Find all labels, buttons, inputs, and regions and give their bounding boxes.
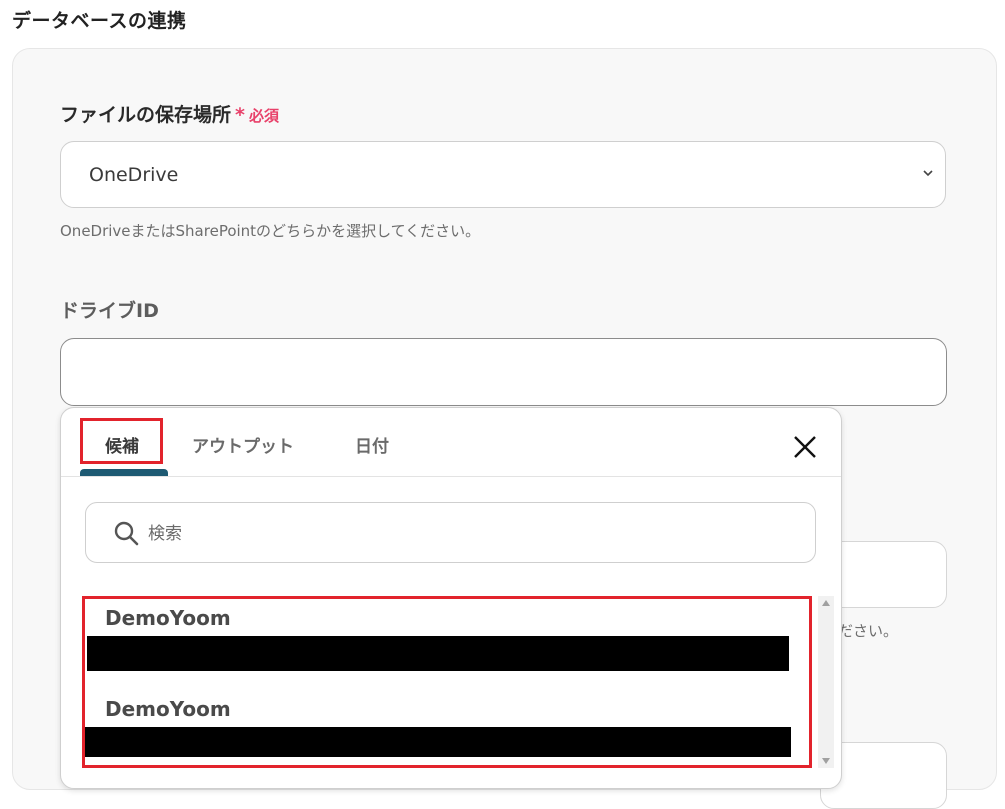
suggestion-panel: 候補 アウトプット 日付 DemoYoom DemoYoom: [60, 407, 842, 789]
background-help-fragment: ださい。: [838, 622, 899, 640]
list-item[interactable]: DemoYoom: [105, 697, 231, 721]
list-item-title: DemoYoom: [105, 697, 231, 721]
active-tab-indicator: [80, 469, 168, 476]
drive-id-input[interactable]: [60, 338, 947, 406]
tabs-bar: 候補 アウトプット 日付: [61, 408, 841, 477]
search-input[interactable]: [146, 519, 790, 549]
redacted-block: [85, 727, 791, 757]
list-item-title: DemoYoom: [105, 606, 231, 630]
search-box[interactable]: [85, 502, 816, 563]
storage-location-label: ファイルの保存場所 * 必須: [60, 100, 279, 127]
drive-id-label: ドライブID: [60, 300, 159, 322]
section-title: データベースの連携: [12, 10, 187, 32]
close-icon[interactable]: [790, 432, 820, 462]
redacted-block: [87, 636, 789, 671]
search-icon: [114, 521, 139, 546]
tab-highlight-box: [80, 418, 163, 464]
storage-location-label-text: ファイルの保存場所: [60, 104, 232, 126]
suggestion-list: DemoYoom DemoYoom: [81, 596, 816, 768]
list-item[interactable]: DemoYoom: [105, 606, 231, 630]
tab-date[interactable]: 日付: [355, 432, 389, 457]
storage-location-selected-value: OneDrive: [89, 164, 179, 186]
scroll-down-arrow[interactable]: [822, 758, 830, 764]
scroll-up-arrow[interactable]: [822, 600, 830, 606]
list-scrollbar[interactable]: [818, 596, 834, 768]
storage-location-select[interactable]: OneDrive: [60, 141, 946, 208]
required-asterisk: *: [235, 104, 245, 126]
storage-location-help: OneDriveまたはSharePointのどちらかを選択してください。: [60, 222, 481, 240]
tab-output[interactable]: アウトプット: [192, 432, 294, 457]
required-badge: 必須: [248, 107, 279, 125]
chevron-down-icon: [923, 170, 933, 177]
